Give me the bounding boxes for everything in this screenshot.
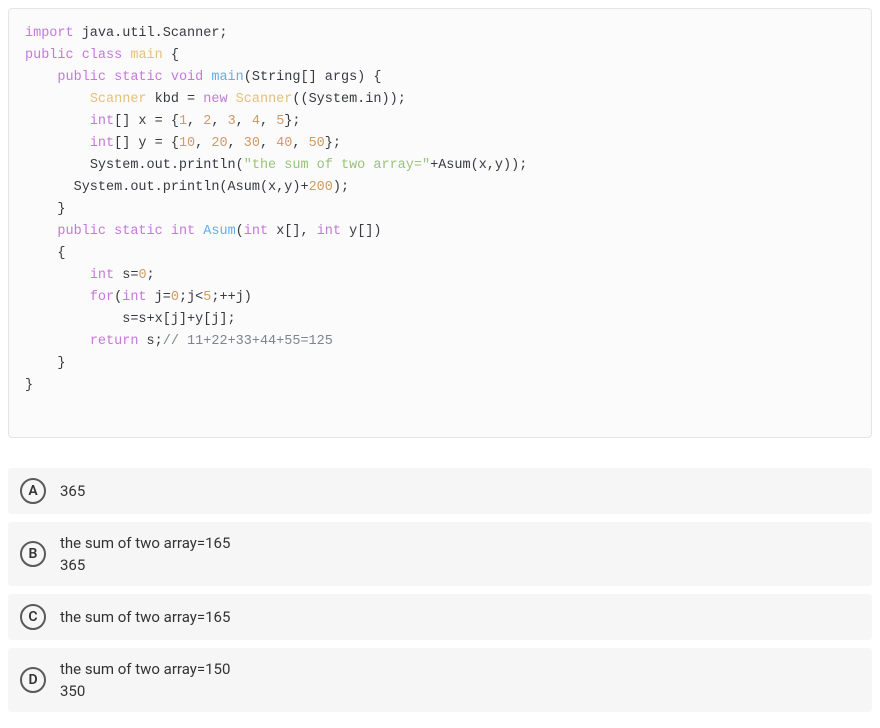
kw-import: import [25,26,74,41]
option-d-line1: the sum of two array=150 [60,658,230,680]
option-text-d: the sum of two array=150 350 [60,658,230,702]
comma: , [211,114,227,129]
brace: { [163,48,179,63]
code-text: [] y = { [114,136,179,151]
num: 40 [276,136,292,151]
type-int: int [122,290,146,305]
brace: } [57,202,65,217]
kw-static: static [114,224,163,239]
option-letter-b: B [20,541,46,567]
option-b-line2: 365 [60,554,230,576]
code-text: ((System.in)); [292,92,405,107]
comma: , [228,136,244,151]
option-b[interactable]: B the sum of two array=165 365 [8,522,872,586]
code-text: java.util.Scanner; [74,26,228,41]
code-text: kbd = [147,92,204,107]
kw-int: int [171,224,195,239]
num: 50 [309,136,325,151]
comma: , [260,114,276,129]
num: 0 [138,268,146,283]
code-text: s= [114,268,138,283]
kw-class: class [82,48,123,63]
kw-return: return [90,334,139,349]
kw-public: public [57,70,106,85]
option-d-line2: 350 [60,680,230,702]
option-a[interactable]: A 365 [8,468,872,514]
type-int: int [90,114,114,129]
option-letter-c: C [20,604,46,630]
kw-static: static [114,70,163,85]
type-int: int [317,224,341,239]
type-scanner: Scanner [228,92,293,107]
type-int: int [244,224,268,239]
code-text: }; [325,136,341,151]
option-d[interactable]: D the sum of two array=150 350 [8,648,872,712]
class-name: main [130,48,162,63]
code-text: s; [138,334,162,349]
fn-main: main [211,70,243,85]
code-text: j= [147,290,171,305]
comma: , [236,114,252,129]
type-int: int [90,136,114,151]
type-int: int [90,268,114,283]
comma: , [260,136,276,151]
code-text: ;++j) [211,290,252,305]
option-letter-d: D [20,667,46,693]
code-block: import java.util.Scanner; public class m… [8,8,872,438]
param: y[]) [341,224,382,239]
comma: , [195,136,211,151]
kw-public: public [57,224,106,239]
option-text-b: the sum of two array=165 365 [60,532,230,576]
num: 1 [179,114,187,129]
num: 0 [171,290,179,305]
comma: , [292,136,308,151]
code-text: System.out.println( [90,158,244,173]
semi: ; [147,268,155,283]
comment: // 11+22+33+44+55=125 [163,334,333,349]
num: 20 [211,136,227,151]
answer-options: A 365 B the sum of two array=165 365 C t… [8,468,872,712]
option-letter-a: A [20,478,46,504]
brace: } [25,378,33,393]
kw-void: void [171,70,203,85]
code-text: ); [333,180,349,195]
kw-public: public [25,48,74,63]
brace: } [57,356,65,371]
code-text: +Asum(x,y)); [430,158,527,173]
code-text: s=s+x[j]+y[j]; [122,312,235,327]
paren: ( [236,224,244,239]
code-text: System.out.println(Asum(x,y)+ [74,180,309,195]
type-scanner: Scanner [90,92,147,107]
num: 10 [179,136,195,151]
num: 200 [309,180,333,195]
param: x[], [268,224,317,239]
kw-new: new [203,92,227,107]
string-literal: "the sum of two array=" [244,158,430,173]
kw-for: for [90,290,114,305]
code-text: }; [284,114,300,129]
option-c[interactable]: C the sum of two array=165 [8,594,872,640]
code-text: [] x = { [114,114,179,129]
num: 30 [244,136,260,151]
brace: { [57,246,65,261]
params: (String[] args) { [244,70,382,85]
comma: , [187,114,203,129]
code-text: ;j< [179,290,203,305]
fn-asum: Asum [203,224,235,239]
option-text-a: 365 [60,480,85,502]
num: 3 [228,114,236,129]
code-content: import java.util.Scanner; public class m… [25,23,855,397]
option-text-c: the sum of two array=165 [60,606,230,628]
num: 4 [252,114,260,129]
option-b-line1: the sum of two array=165 [60,532,230,554]
